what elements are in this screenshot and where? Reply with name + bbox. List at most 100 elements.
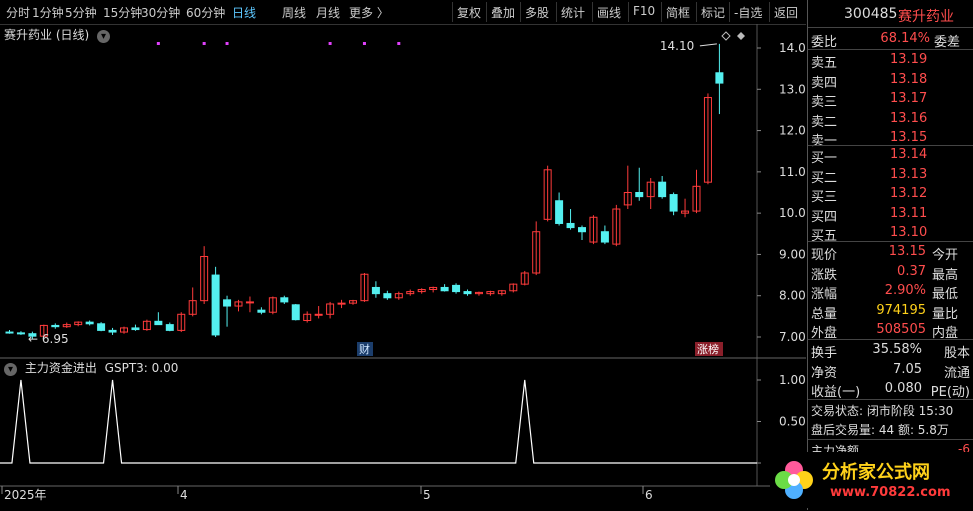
buy-level-row: 买二 13.13 — [808, 166, 973, 186]
toolbar-button[interactable]: -自选 — [734, 4, 762, 21]
stat-row: 总量 974195 量比 — [808, 302, 973, 322]
time-axis-label: 2025年 — [4, 488, 47, 502]
candle-body — [555, 200, 564, 224]
buy-level-label: 买一 — [811, 151, 838, 166]
period-tab[interactable]: 60分钟 — [186, 4, 225, 21]
rank-tag-label: 涨榜 — [697, 342, 719, 356]
stat-label: 总量 — [811, 306, 838, 322]
toolbar-divider — [769, 2, 770, 22]
stat-row: 涨跌 0.37 最高 — [808, 263, 973, 283]
price-tick-label: 8.00 — [779, 289, 806, 303]
panel-divider — [808, 27, 973, 28]
candle-body — [314, 313, 323, 316]
kline-chart[interactable]: 14.00 13.00 12.00 11.00 10.00 9.00 8.00 7.00 14.… — [0, 24, 806, 510]
stat-label: 涨跌 — [811, 267, 838, 283]
candle-body — [131, 327, 140, 331]
stat-value: 0.080 — [884, 381, 922, 396]
stat-right-label: 今开 — [931, 248, 958, 263]
low-price-label: ← 6.95 — [28, 332, 69, 346]
period-tab[interactable]: 1分钟 — [32, 4, 64, 21]
toolbar-divider — [452, 2, 453, 22]
period-tab[interactable]: 5分钟 — [65, 4, 97, 21]
sell-level-price: 13.18 — [890, 71, 928, 87]
toolbar-divider — [592, 2, 593, 22]
period-tab[interactable]: 更多 〉 — [349, 4, 389, 21]
sell-level-price: 13.19 — [890, 52, 928, 67]
toolbar-button[interactable]: 简框 — [666, 4, 690, 21]
buy-level-label: 买二 — [811, 170, 838, 186]
stat-value: 7.05 — [893, 361, 922, 377]
watermark-url: www.70822.com — [830, 485, 951, 500]
candle-body — [51, 324, 60, 328]
time-axis-label: 4 — [180, 488, 188, 502]
period-tab[interactable]: 日线 — [232, 4, 256, 21]
weibi-label: 委比 — [811, 35, 838, 50]
stat-row: 净资 7.05 流通 — [808, 361, 973, 381]
time-axis-label: 6 — [645, 488, 653, 502]
diamond-icon — [721, 31, 731, 41]
toolbar-divider — [520, 2, 521, 22]
candle-body — [16, 332, 25, 335]
toolbar-button[interactable]: 统计 — [561, 4, 585, 21]
indicator-value: GSPT3: 0.00 — [104, 361, 179, 375]
indicator-tick-label: 1.00 — [779, 373, 806, 387]
toolbar-divider — [486, 2, 487, 22]
panel-divider — [808, 49, 973, 50]
stat-label: 现价 — [811, 248, 838, 263]
price-tick-label: 11.00 — [779, 165, 806, 179]
stat-value: 35.58% — [872, 342, 922, 357]
candle-body — [635, 192, 644, 198]
period-tab[interactable]: 分时 — [6, 4, 30, 21]
candle-body — [165, 324, 174, 331]
toolbar-button[interactable]: 返回 — [774, 4, 798, 21]
price-tick-label: 9.00 — [779, 247, 806, 261]
period-tab[interactable]: 月线 — [316, 4, 340, 21]
stat-row: 外盘 508505 内盘 — [808, 321, 973, 341]
indicator-chevron-icon[interactable]: ▾ — [4, 363, 17, 376]
stat-value: 13.15 — [888, 244, 926, 259]
stat-right-label: 量比 — [931, 306, 958, 322]
toolbar-button[interactable]: 画线 — [597, 4, 621, 21]
candle-body — [211, 274, 220, 336]
toolbar-button[interactable]: 叠加 — [491, 4, 515, 21]
candle-body — [463, 291, 472, 295]
diamond-icon — [737, 32, 745, 40]
stock-name: 赛升药业 — [898, 9, 954, 25]
weicha-label: 委差 — [933, 35, 960, 50]
stat-right-label: 最高 — [931, 267, 958, 283]
stat-row: 收益(一) 0.080 PE(动) — [808, 380, 973, 400]
sell-level-label: 卖三 — [811, 95, 838, 110]
sell-level-row: 卖五 13.19 — [808, 51, 973, 71]
indicator-name: 主力资金进出 — [24, 361, 97, 375]
event-marker — [156, 42, 160, 45]
toolbar-button[interactable]: 多股 — [525, 4, 549, 21]
event-marker — [225, 42, 229, 45]
candle-body — [97, 323, 106, 331]
stat-value: 508505 — [876, 322, 926, 337]
toolbar-button[interactable]: F10 — [633, 4, 655, 18]
buy-level-row: 买三 13.12 — [808, 185, 973, 205]
toolbar-divider — [628, 2, 629, 22]
stat-label: 换手 — [811, 346, 838, 361]
sell-level-row: 卖二 13.16 — [808, 110, 973, 130]
indicator-line — [0, 379, 757, 464]
event-tag-label: 财 — [359, 342, 370, 356]
panel-divider — [808, 339, 973, 340]
period-tab[interactable]: 15分钟 — [103, 4, 142, 21]
trade-status: 交易状态: 闭市阶段 15:30 — [811, 404, 954, 418]
sell-level-price: 13.16 — [890, 110, 928, 126]
buy-level-row: 买四 13.11 — [808, 205, 973, 225]
period-tab[interactable]: 30分钟 — [141, 4, 180, 21]
event-marker — [397, 42, 401, 45]
candle-body — [452, 284, 461, 293]
toolbar-button[interactable]: 复权 — [457, 4, 481, 21]
toolbar-button[interactable]: 标记 — [701, 4, 725, 21]
stat-row: 换手 35.58% 股本 — [808, 341, 973, 361]
buy-level-label: 买四 — [811, 209, 838, 225]
sell-level-label: 卖五 — [811, 56, 838, 71]
price-tick-label: 14.00 — [779, 41, 806, 55]
period-tab[interactable]: 周线 — [282, 4, 306, 21]
event-marker — [328, 42, 332, 45]
candle-body — [715, 72, 724, 84]
stat-right-label: PE(动) — [930, 385, 970, 400]
